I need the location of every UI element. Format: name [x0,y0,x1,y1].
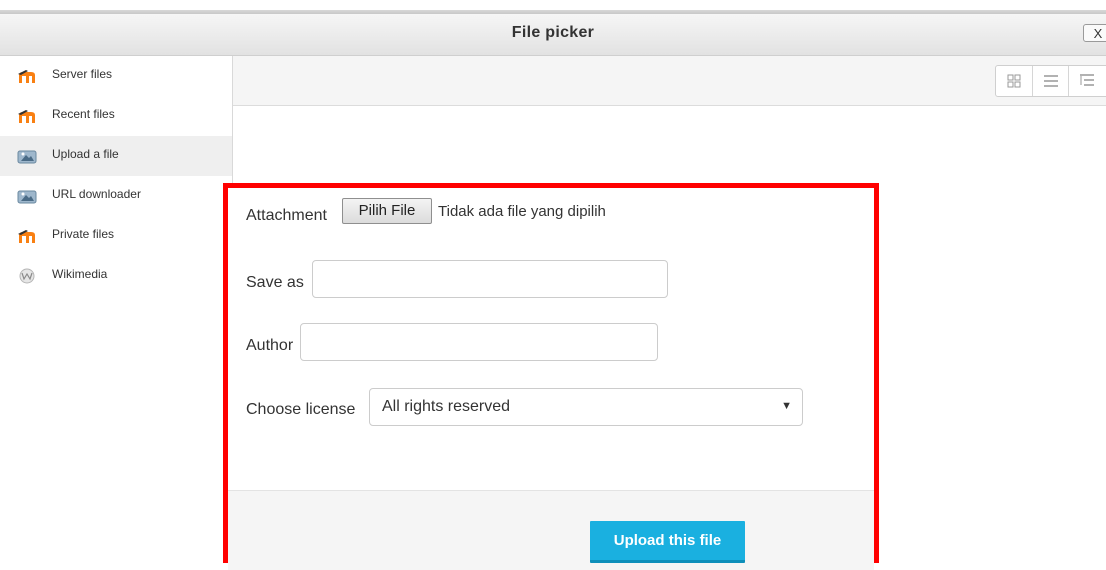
saveas-label: Save as [246,274,304,291]
sidebar-item-server-files[interactable]: Server files [0,56,232,96]
sidebar-item-wikimedia[interactable]: Wikimedia [0,256,232,296]
tree-view-button[interactable] [1068,66,1105,96]
wikimedia-icon [19,268,35,284]
url-download-icon [17,190,37,204]
file-status-text: Tidak ada file yang dipilih [438,203,606,220]
attachment-label: Attachment [246,207,327,224]
close-button[interactable]: X [1083,24,1106,42]
view-toolbar [233,56,1106,106]
dialog-titlebar: File picker X [0,14,1106,56]
sidebar-item-label: Wikimedia [52,267,108,281]
upload-form-highlight: Attachment Pilih File Tidak ada file yan… [223,183,879,570]
saveas-field[interactable] [312,260,668,298]
icon-view-button[interactable] [996,66,1032,96]
moodle-icon [18,110,35,123]
tree-view-icon [1080,74,1094,86]
list-view-button[interactable] [1032,66,1069,96]
sidebar-item-label: Server files [52,67,113,81]
moodle-icon [18,70,35,83]
choose-file-button[interactable]: Pilih File [342,198,432,224]
license-select[interactable]: All rights reserved ▼ [369,388,803,426]
close-icon: X [1093,26,1103,41]
sidebar-item-upload-a-file[interactable]: Upload a file [0,136,232,176]
upload-file-button[interactable]: Upload this file [590,521,745,563]
list-view-icon [1044,75,1058,87]
sidebar-item-private-files[interactable]: Private files [0,216,232,256]
sidebar-item-label: Private files [52,227,115,241]
sidebar-item-label: Recent files [52,107,115,121]
chevron-down-icon: ▼ [781,400,792,412]
view-switcher [995,65,1106,97]
saveas-input[interactable] [313,261,667,297]
icon-view-icon [1007,74,1021,88]
author-field[interactable] [300,323,658,361]
license-label: Choose license [246,401,356,418]
author-label: Author [246,337,294,354]
moodle-icon [18,230,35,243]
license-selected-value: All rights reserved [382,398,511,415]
sidebar-item-url-downloader[interactable]: URL downloader [0,176,232,216]
author-input[interactable] [301,324,657,360]
sidebar-item-recent-files[interactable]: Recent files [0,96,232,136]
top-strip [0,0,1106,14]
form-footer: Upload this file [228,490,874,570]
sidebar-item-label: URL downloader [52,187,141,201]
dialog-title: File picker [511,24,595,41]
upload-icon [17,150,37,164]
sidebar-item-label: Upload a file [52,147,119,161]
repository-sidebar: Server files Recent files Upload a file … [0,56,233,563]
